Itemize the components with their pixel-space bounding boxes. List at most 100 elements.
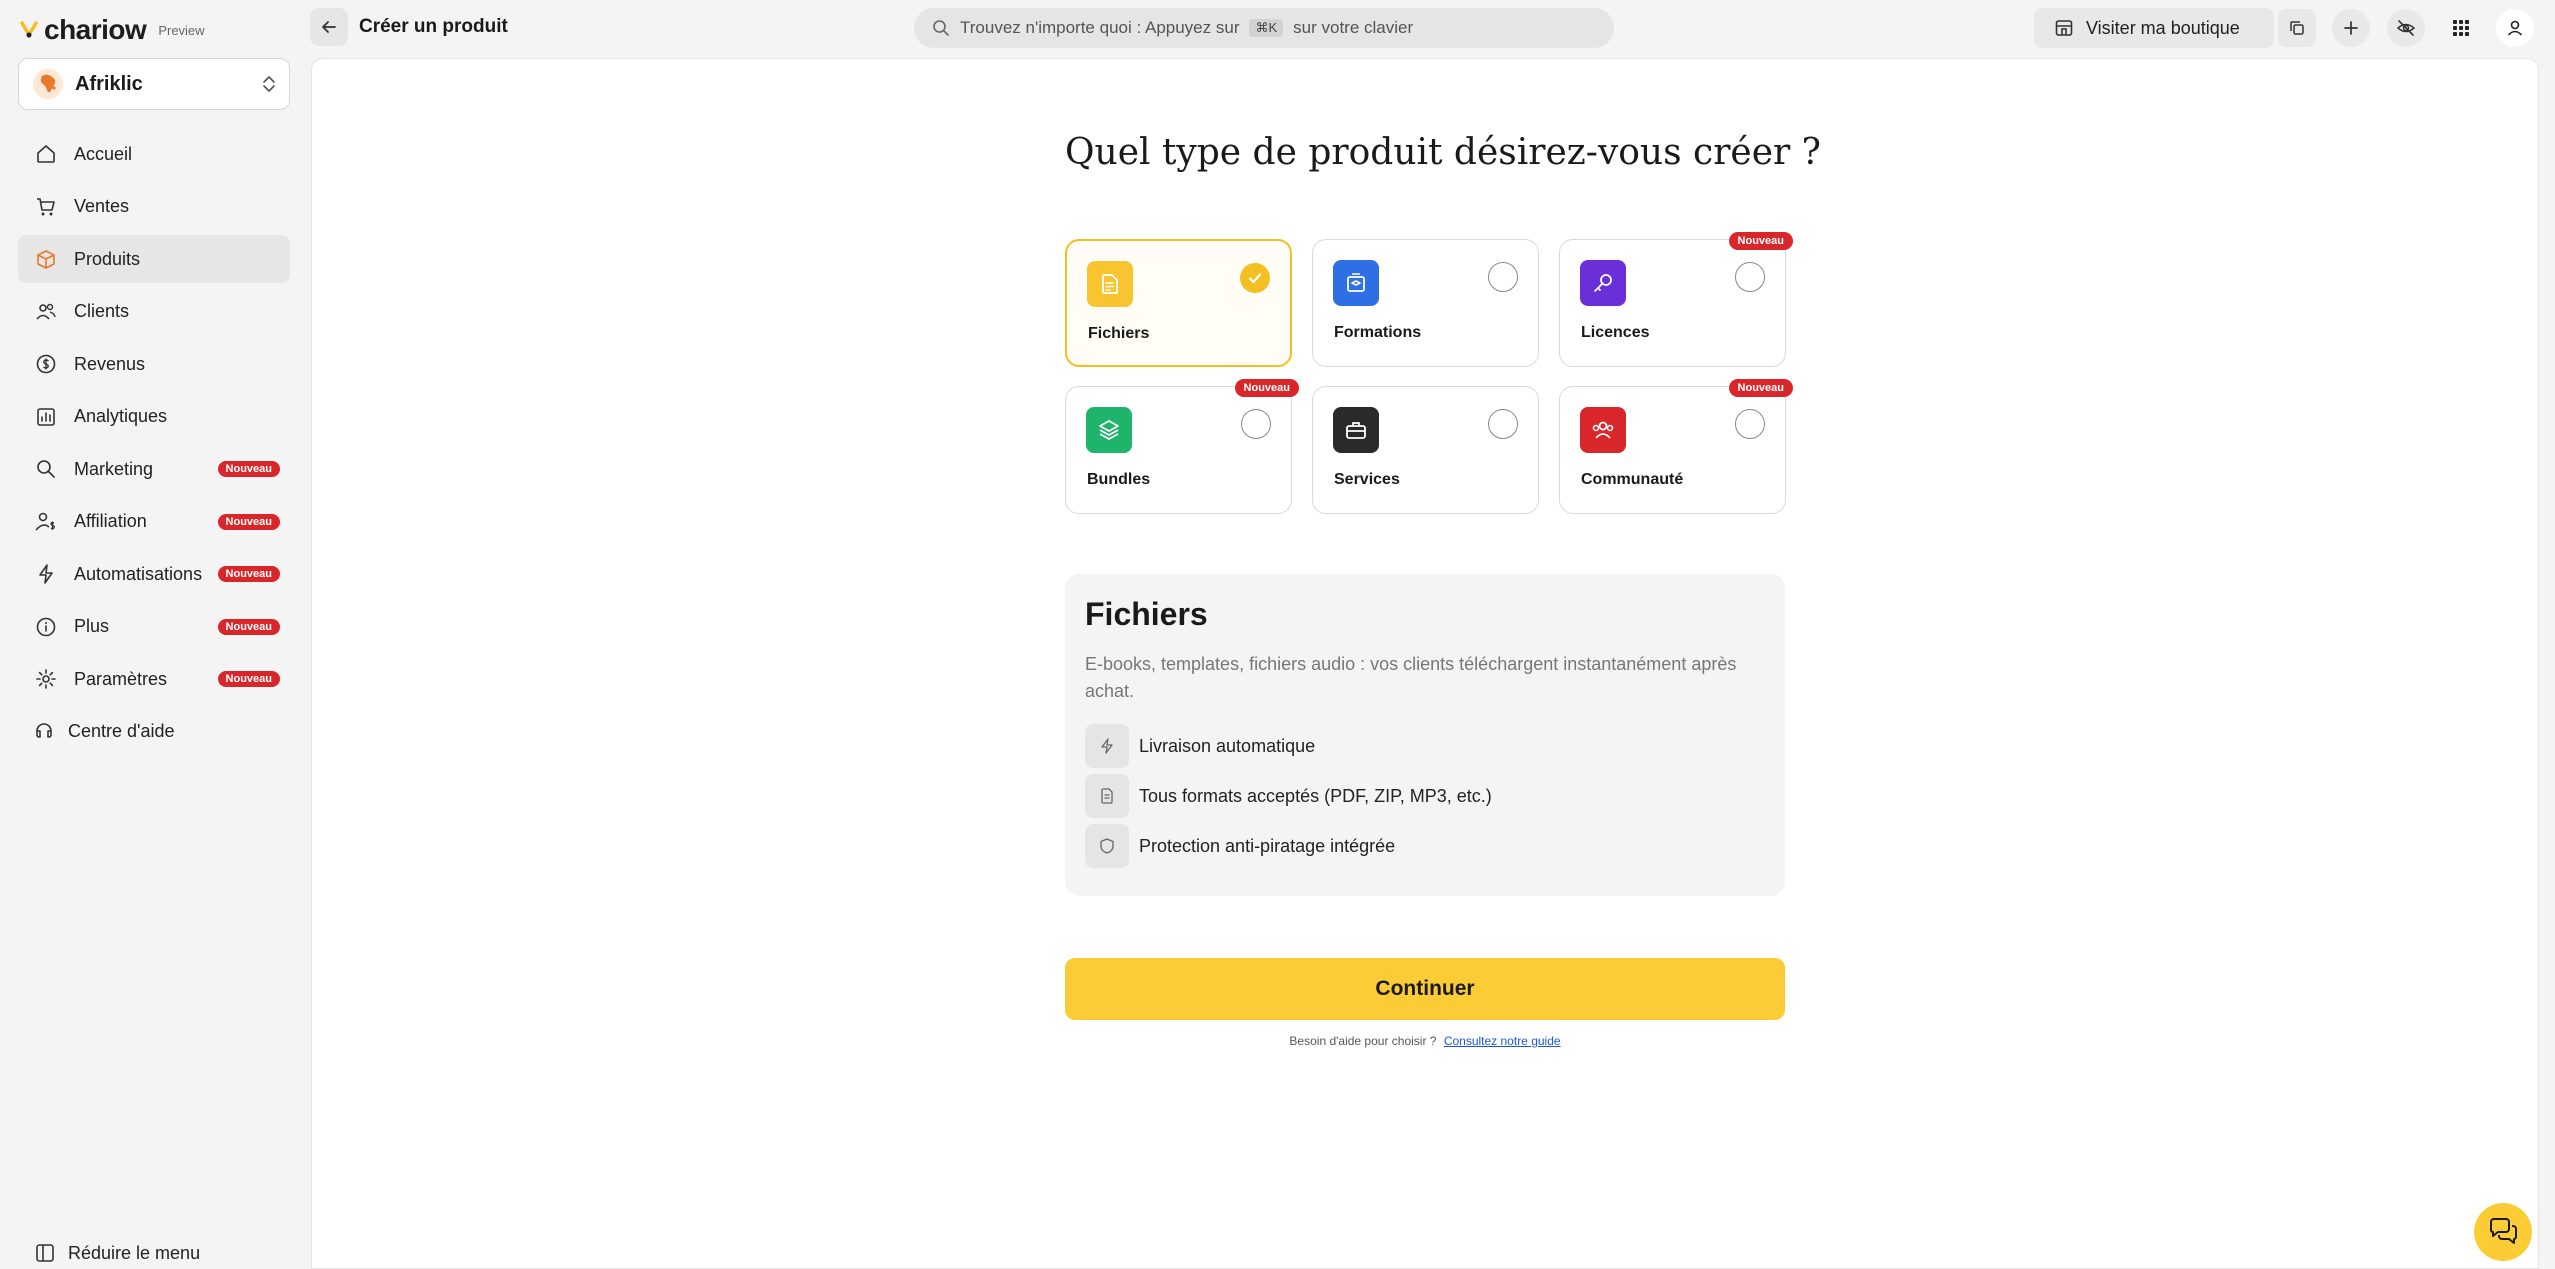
details-description: E-books, templates, fichiers audio : vos… (1085, 654, 1737, 701)
users-icon (34, 300, 58, 324)
sidebar-collapse-icon (36, 1244, 54, 1262)
radio-button[interactable] (1241, 409, 1271, 439)
arrow-left-icon (322, 21, 336, 33)
chart-icon (34, 405, 58, 429)
apps-button[interactable] (2442, 9, 2480, 47)
feature-item: Protection anti-piratage intégrée (1085, 821, 1765, 871)
sidebar-item-label: Automatisations (74, 563, 203, 584)
grid-icon (2453, 20, 2469, 36)
new-badge: Nouveau (1728, 379, 1793, 397)
eye-off-icon (2396, 20, 2416, 36)
user-icon (2507, 20, 2523, 36)
details-title: Fichiers (1085, 596, 1208, 632)
sidebar-item-label: Clients (74, 301, 130, 321)
guide-link[interactable]: Consultez notre guide (1444, 1034, 1561, 1048)
brand-name: chariow (44, 14, 147, 45)
copy-button[interactable] (2278, 9, 2316, 47)
product-type-communaute[interactable]: Communauté Nouveau (1559, 379, 1793, 514)
file-icon (1087, 261, 1133, 307)
page-question: Quel type de produit désirez-vous créer … (1065, 132, 1821, 173)
community-icon (1580, 407, 1626, 453)
product-type-services[interactable]: Services (1312, 386, 1539, 514)
sidebar-item-label: Marketing (74, 458, 154, 479)
new-badge: Nouveau (217, 566, 280, 582)
search-prefix: Trouvez n'importe quoi : Appuyez sur (960, 18, 1240, 37)
sidebar-item-plus[interactable]: Plus Nouveau (18, 603, 290, 651)
brand-logo[interactable]: chariow Preview (18, 14, 205, 46)
sidebar-item-accueil[interactable]: Accueil (18, 130, 290, 178)
radio-button[interactable] (1735, 409, 1765, 439)
product-type-formations[interactable]: Formations (1312, 239, 1539, 367)
product-type-label: Services (1334, 471, 1400, 488)
sidebar-item-label: Paramètres (74, 668, 168, 689)
page-title: Créer un produit (359, 16, 508, 37)
sidebar-item-ventes[interactable]: Ventes (18, 183, 290, 231)
user-dollar-icon (34, 510, 58, 534)
sidebar-item-parametres[interactable]: Paramètres Nouveau (18, 655, 290, 703)
sidebar-item-label: Centre d'aide (68, 721, 175, 741)
new-badge: Nouveau (1728, 232, 1793, 250)
chat-support-button[interactable] (2474, 1203, 2532, 1261)
cart-icon (34, 195, 58, 219)
product-type-label: Fichiers (1088, 325, 1150, 342)
product-type-label: Communauté (1581, 471, 1684, 488)
sidebar-item-centre-aide[interactable]: Centre d'aide (18, 708, 290, 756)
sidebar-item-label: Accueil (74, 143, 133, 164)
search-input[interactable]: Trouvez n'importe quoi : Appuyez sur ⌘K … (914, 8, 1614, 48)
search-icon (933, 20, 949, 36)
sidebar-item-revenus[interactable]: Revenus (18, 340, 290, 388)
briefcase-icon (1333, 407, 1379, 453)
radio-button[interactable] (1488, 262, 1518, 292)
radio-button[interactable] (1735, 262, 1765, 292)
preview-tag: Preview (158, 22, 205, 38)
store-switcher[interactable]: Afriklic (18, 58, 290, 110)
bolt-icon (34, 562, 58, 586)
search-suffix: sur votre clavier (1293, 18, 1414, 37)
account-button[interactable] (2496, 9, 2534, 47)
sidebar-item-label: Analytiques (74, 406, 168, 426)
feature-label: Livraison automatique (1139, 735, 1316, 756)
course-icon (1333, 260, 1379, 306)
new-badge: Nouveau (1234, 379, 1299, 397)
feature-item: Tous formats acceptés (PDF, ZIP, MP3, et… (1085, 771, 1765, 821)
new-badge: Nouveau (217, 513, 280, 530)
chevron-up-down-icon (263, 76, 275, 92)
new-badge: Nouveau (217, 618, 280, 635)
sidebar-item-marketing[interactable]: Marketing Nouveau (18, 445, 290, 493)
back-button[interactable] (310, 8, 348, 46)
sidebar-item-produits[interactable]: Produits (18, 235, 290, 283)
sidebar-item-label: Affiliation (74, 511, 147, 531)
africa-logo-icon (40, 74, 56, 93)
sidebar-item-affiliation[interactable]: Affiliation Nouveau (18, 498, 290, 546)
sidebar-item-label: Produits (74, 248, 141, 269)
product-type-bundles[interactable]: Bundles Nouveau (1065, 379, 1299, 514)
feature-label: Tous formats acceptés (PDF, ZIP, MP3, et… (1139, 785, 1492, 806)
add-button[interactable] (2332, 9, 2370, 47)
gear-icon (34, 667, 58, 691)
product-type-licences[interactable]: Licences Nouveau (1559, 232, 1793, 367)
product-type-label: Bundles (1087, 471, 1151, 488)
chariow-logo-icon (20, 21, 38, 39)
store-icon (2055, 20, 2073, 36)
dollar-icon (34, 352, 58, 376)
visibility-toggle-button[interactable] (2387, 9, 2425, 47)
continue-button[interactable]: Continuer (1065, 958, 1785, 1020)
sidebar-item-automatisations[interactable]: Automatisations Nouveau (18, 550, 290, 598)
bolt-icon (1085, 724, 1129, 768)
help-icon (32, 720, 56, 744)
collapse-menu-button[interactable]: Réduire le menu (34, 1242, 200, 1264)
product-type-fichiers[interactable]: Fichiers (1065, 239, 1292, 367)
product-type-details: Fichiers E-books, templates, fichiers au… (1065, 574, 1785, 896)
product-type-label: Licences (1581, 324, 1650, 341)
sidebar-item-analytiques[interactable]: Analytiques (18, 393, 290, 441)
sidebar-item-label: Plus (74, 616, 110, 636)
sidebar-item-clients[interactable]: Clients (18, 288, 290, 336)
chat-icon (2490, 1218, 2517, 1244)
feature-item: Livraison automatique (1085, 721, 1765, 771)
search-shortcut: ⌘K (1249, 19, 1284, 37)
radio-button[interactable] (1488, 409, 1518, 439)
visit-store-button[interactable]: Visiter ma boutique (2034, 8, 2274, 48)
new-badge: Nouveau (217, 461, 280, 477)
visit-store-label: Visiter ma boutique (2086, 17, 2240, 38)
layers-icon (1086, 407, 1132, 453)
